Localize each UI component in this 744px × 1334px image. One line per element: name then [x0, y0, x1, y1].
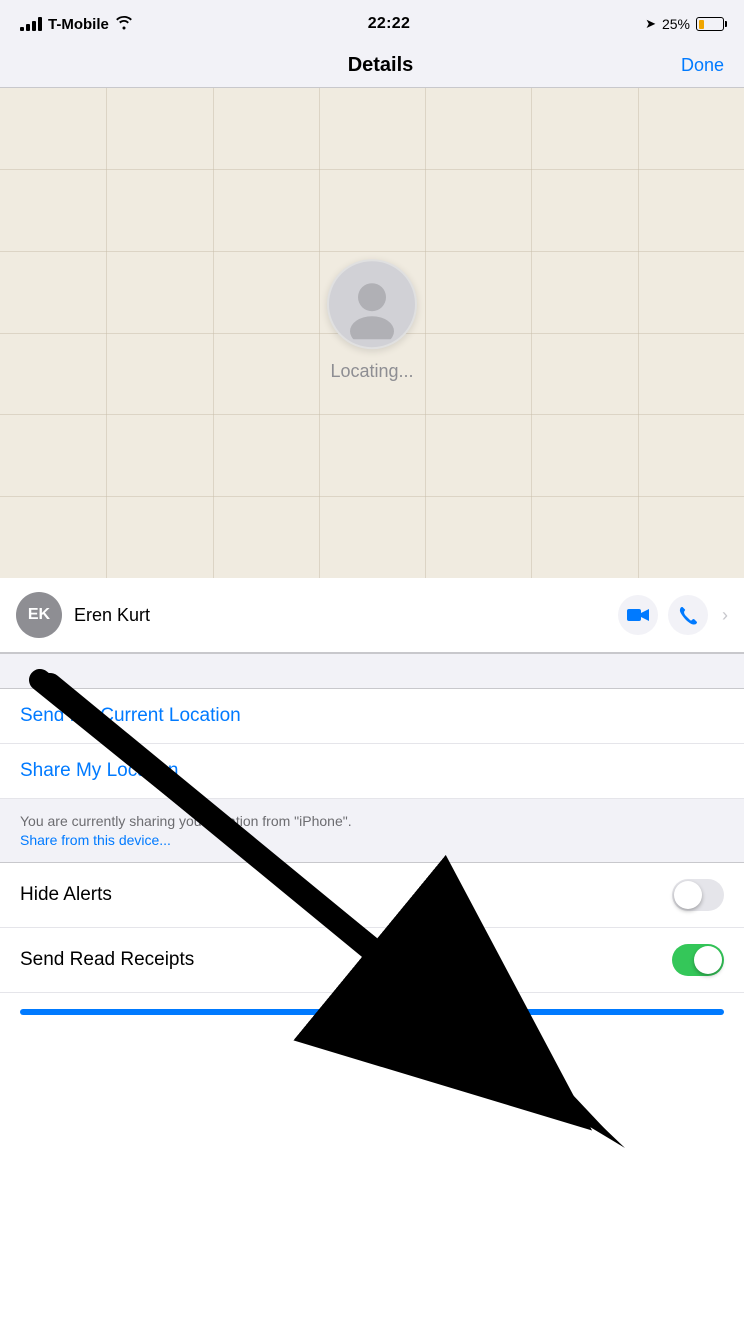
video-call-button[interactable] [618, 595, 658, 635]
signal-bars-icon [20, 17, 42, 31]
send-read-receipts-toggle[interactable] [672, 944, 724, 976]
send-read-receipts-row: Send Read Receipts [0, 928, 744, 993]
carrier-label: T-Mobile [48, 16, 109, 33]
section-separator [0, 653, 744, 689]
bottom-section [0, 993, 744, 1031]
hide-alerts-toggle[interactable] [672, 879, 724, 911]
share-from-device-link[interactable]: Share from this device... [20, 832, 171, 848]
page-title: Details [348, 54, 414, 77]
contact-row: EK Eren Kurt › [0, 578, 744, 653]
share-my-location-label: Share My Location [20, 760, 178, 782]
contact-name: Eren Kurt [74, 605, 606, 626]
location-info-text: You are currently sharing your location … [20, 811, 724, 832]
send-current-location-label: Send My Current Location [20, 705, 241, 727]
send-current-location-item[interactable]: Send My Current Location [0, 689, 744, 744]
time-display: 22:22 [368, 15, 410, 33]
battery-icon [696, 17, 724, 31]
battery-pct-label: 25% [662, 16, 690, 32]
locating-label: Locating... [330, 361, 413, 382]
status-left: T-Mobile [20, 16, 133, 33]
status-right: ➤ 25% [645, 16, 724, 32]
hide-alerts-label: Hide Alerts [20, 884, 112, 906]
hide-alerts-row: Hide Alerts [0, 863, 744, 928]
nav-bar: Details Done [0, 44, 744, 88]
contact-avatar: EK [16, 592, 62, 638]
location-info-block: You are currently sharing your location … [0, 799, 744, 863]
location-arrow-icon: ➤ [645, 16, 656, 32]
share-my-location-item[interactable]: Share My Location [0, 744, 744, 799]
contact-detail-chevron-icon[interactable]: › [722, 605, 728, 626]
map-area: Locating... [0, 88, 744, 578]
done-button[interactable]: Done [681, 55, 724, 76]
wifi-icon [115, 16, 133, 33]
send-read-receipts-label: Send Read Receipts [20, 949, 194, 971]
phone-call-button[interactable] [668, 595, 708, 635]
status-bar: T-Mobile 22:22 ➤ 25% [0, 0, 744, 44]
bottom-bar [20, 1009, 724, 1015]
contact-actions: › [618, 595, 728, 635]
avatar [327, 259, 417, 349]
map-center: Locating... [327, 259, 417, 382]
